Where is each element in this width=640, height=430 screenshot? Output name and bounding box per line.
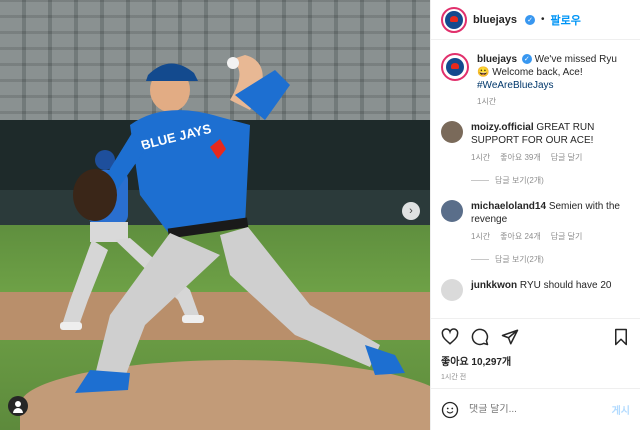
view-replies-button[interactable]: 답글 보기(2개) <box>471 254 630 265</box>
heart-icon[interactable] <box>441 328 459 346</box>
blue-jays-logo <box>446 58 464 76</box>
comment-username[interactable]: michaeloland14 <box>471 201 546 212</box>
post-header: bluejays ✓ • 팔로우 <box>431 0 640 40</box>
chevron-right-icon: › <box>409 205 413 217</box>
follow-button[interactable]: 팔로우 <box>551 12 581 28</box>
comment-body: RYU should have 20 <box>519 280 612 291</box>
next-photo-button[interactable]: › <box>402 202 420 220</box>
instagram-post: BLUE JAYS › bluejays ✓ • 팔로우 bluejays ✓ … <box>0 0 640 430</box>
comment-username[interactable]: moizy.official <box>471 122 534 133</box>
avatar[interactable] <box>441 6 467 33</box>
comment-input[interactable] <box>469 404 602 415</box>
blue-jays-logo <box>445 10 463 29</box>
verified-icon: ✓ <box>525 14 536 25</box>
comment-text: junkkwon RYU should have 20 <box>471 279 611 292</box>
list-item: junkkwon RYU should have 20 <box>441 279 630 301</box>
separator-dot: • <box>541 14 545 25</box>
comment-username[interactable]: junkkwon <box>471 280 517 291</box>
reply-button[interactable]: 답글 달기 <box>551 152 583 163</box>
action-icons <box>441 327 630 347</box>
comment-text: michaeloland14 Semien with the revenge <box>471 200 630 226</box>
emoji-icon[interactable] <box>441 401 459 419</box>
view-replies-button[interactable]: 답글 보기(2개) <box>471 175 630 186</box>
comment-time: 1시간 <box>471 153 491 162</box>
share-icon[interactable] <box>501 328 519 346</box>
post-photo[interactable]: BLUE JAYS › <box>0 0 430 430</box>
caption-username[interactable]: bluejays <box>477 54 517 65</box>
comment-likes[interactable]: 좋아요 24개 <box>500 231 541 242</box>
comment-meta: 1시간 좋아요 24개 답글 달기 <box>471 231 630 242</box>
commenter-avatar[interactable] <box>441 279 463 301</box>
hashtag-link[interactable]: #WeAreBlueJays <box>477 80 554 91</box>
likes-count[interactable]: 좋아요 10,297개 <box>441 353 630 368</box>
reply-button[interactable]: 답글 달기 <box>551 231 583 242</box>
comment-time: 1시간 <box>471 232 491 241</box>
avatar[interactable] <box>441 53 469 81</box>
verified-icon: ✓ <box>521 54 532 65</box>
list-item: michaeloland14 Semien with the revenge 1… <box>441 200 630 242</box>
comment-meta: 1시간 좋아요 39개 답글 달기 <box>471 152 630 163</box>
pitcher: BLUE JAYS <box>73 55 405 393</box>
post-actions: 좋아요 10,297개 1시간 전 <box>431 318 640 382</box>
commenter-avatar[interactable] <box>441 121 463 143</box>
header-username[interactable]: bluejays <box>473 14 517 26</box>
caption-text: bluejays ✓ We've missed Ryu 😀 Welcome ba… <box>477 53 630 92</box>
add-comment-bar: 게시 <box>431 388 640 430</box>
post-comment-button[interactable]: 게시 <box>612 402 630 417</box>
bookmark-icon[interactable] <box>612 328 630 346</box>
comments-list[interactable]: bluejays ✓ We've missed Ryu 😀 Welcome ba… <box>431 41 640 317</box>
caption: bluejays ✓ We've missed Ryu 😀 Welcome ba… <box>441 53 630 107</box>
comment-likes[interactable]: 좋아요 39개 <box>500 152 541 163</box>
post-side-panel: bluejays ✓ • 팔로우 bluejays ✓ We've missed… <box>430 0 640 430</box>
caption-time: 1시간 <box>477 97 497 106</box>
post-time: 1시간 전 <box>441 374 467 381</box>
comment-text: moizy.official GREAT RUN SUPPORT FOR OUR… <box>471 121 630 147</box>
list-item: moizy.official GREAT RUN SUPPORT FOR OUR… <box>441 121 630 163</box>
user-tag-icon[interactable] <box>8 396 28 416</box>
comment-icon[interactable] <box>471 328 489 346</box>
commenter-avatar[interactable] <box>441 200 463 222</box>
